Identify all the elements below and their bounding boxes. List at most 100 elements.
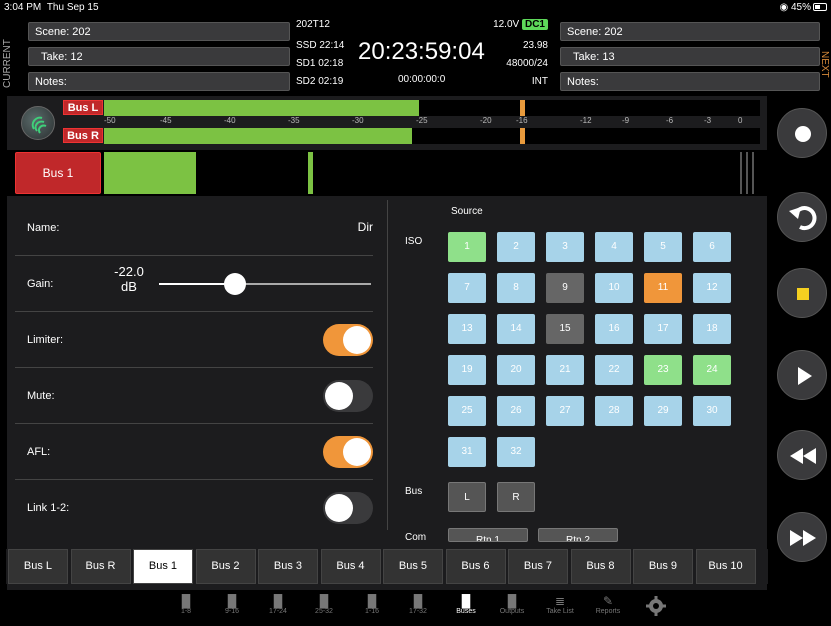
scale-tick: -16 (516, 116, 528, 125)
link-toggle[interactable] (323, 492, 373, 524)
iso-cell-25[interactable]: 25 (448, 396, 486, 426)
nav-reports[interactable]: ✎ Reports (588, 594, 628, 615)
iso-cell-3[interactable]: 3 (546, 232, 584, 262)
bus1-row: Bus 1 (7, 150, 767, 196)
iso-cell-15[interactable]: 15 (546, 314, 584, 344)
bottom-nav: ▐▌ 1-8 ▐▌ 9-16 ▐▌ 17-24 ▐▌ 25-32 ▐▌ 1-16 ▐▌ 17-32 ▐▌… (170, 594, 680, 624)
stop-button[interactable] (777, 268, 827, 318)
bus-settings: Name: Dir Gain: -22.0 dB Limiter: Mute: A… (7, 200, 387, 545)
iso-cell-17[interactable]: 17 (644, 314, 682, 344)
iso-cell-6[interactable]: 6 (693, 232, 731, 262)
source-rtn2[interactable]: Rtn 2 (538, 528, 618, 542)
play-button[interactable] (777, 350, 827, 400)
scale-tick: -35 (288, 116, 300, 125)
current-notes-field[interactable]: Notes: (28, 72, 290, 91)
current-take-field[interactable]: Take: 12 (28, 47, 290, 66)
iso-cell-20[interactable]: 20 (497, 355, 535, 385)
tab-bus-2[interactable]: Bus 2 (195, 549, 256, 584)
iso-cell-16[interactable]: 16 (595, 314, 633, 344)
scale-tick: -45 (160, 116, 172, 125)
nav-outputs[interactable]: ▐▌ Outputs (492, 594, 532, 615)
bus1-meter (104, 152, 760, 194)
undo-icon (778, 193, 828, 243)
iso-cell-8[interactable]: 8 (497, 273, 535, 303)
iso-cell-7[interactable]: 7 (448, 273, 486, 303)
iso-cell-22[interactable]: 22 (595, 355, 633, 385)
nav-1-16[interactable]: ▐▌ 1-16 (352, 594, 392, 615)
iso-cell-27[interactable]: 27 (546, 396, 584, 426)
app-logo-icon[interactable] (21, 106, 55, 140)
source-bus-l[interactable]: L (448, 482, 486, 512)
nav-9-16[interactable]: ▐▌ 9-16 (212, 594, 252, 615)
afl-row: AFL: (15, 424, 373, 480)
iso-cell-24[interactable]: 24 (693, 355, 731, 385)
iso-cell-4[interactable]: 4 (595, 232, 633, 262)
tab-bus-r[interactable]: Bus R (70, 549, 131, 584)
status-time: 3:04 PM Thu Sep 15 (4, 2, 99, 13)
tab-bus-1[interactable]: Bus 1 (133, 549, 193, 584)
iso-cell-10[interactable]: 10 (595, 273, 633, 303)
nav-25-32[interactable]: ▐▌ 25-32 (304, 594, 344, 615)
settings-gear-icon[interactable] (646, 596, 666, 616)
name-value[interactable]: Dir (358, 220, 373, 234)
next-take-field[interactable]: Take: 13 (560, 47, 820, 66)
iso-cell-31[interactable]: 31 (448, 437, 486, 467)
tab-bus-9[interactable]: Bus 9 (633, 549, 693, 584)
iso-cell-23[interactable]: 23 (644, 355, 682, 385)
iso-cell-21[interactable]: 21 (546, 355, 584, 385)
afl-toggle[interactable] (323, 436, 373, 468)
rewind-button[interactable] (777, 430, 827, 480)
iso-cell-2[interactable]: 2 (497, 232, 535, 262)
link-row: Link 1-2: (15, 480, 373, 536)
undo-button[interactable] (777, 192, 827, 242)
mute-toggle[interactable] (323, 380, 373, 412)
fast-forward-button[interactable] (777, 512, 827, 562)
iso-cell-9[interactable]: 9 (546, 273, 584, 303)
bus1-meter-fill (104, 152, 196, 194)
tab-bus-7[interactable]: Bus 7 (508, 549, 568, 584)
nav-take-list[interactable]: ≣ Take List (540, 594, 580, 615)
iso-cell-30[interactable]: 30 (693, 396, 731, 426)
iso-cell-32[interactable]: 32 (497, 437, 535, 467)
nav-1-8[interactable]: ▐▌ 1-8 (166, 594, 206, 615)
gain-slider-track[interactable] (159, 273, 371, 295)
limiter-toggle[interactable] (323, 324, 373, 356)
nav-17-24[interactable]: ▐▌ 17-24 (258, 594, 298, 615)
iso-cell-1[interactable]: 1 (448, 232, 486, 262)
bus-r-meter (104, 128, 760, 144)
record-button[interactable] (777, 108, 827, 158)
iso-cell-13[interactable]: 13 (448, 314, 486, 344)
current-scene-field[interactable]: Scene: 202 (28, 22, 290, 41)
nav-17-32[interactable]: ▐▌ 17-32 (398, 594, 438, 615)
iso-cell-11[interactable]: 11 (644, 273, 682, 303)
tab-bus-5[interactable]: Bus 5 (383, 549, 443, 584)
iso-cell-19[interactable]: 19 (448, 355, 486, 385)
source-bus-r[interactable]: R (497, 482, 535, 512)
scale-tick: -25 (416, 116, 428, 125)
iso-cell-28[interactable]: 28 (595, 396, 633, 426)
tab-bus-10[interactable]: Bus 10 (695, 549, 756, 584)
iso-cell-26[interactable]: 26 (497, 396, 535, 426)
nav-label: 9-16 (224, 608, 239, 615)
next-scene-field[interactable]: Scene: 202 (560, 22, 820, 41)
next-notes-field[interactable]: Notes: (560, 72, 820, 91)
play-icon (778, 351, 828, 401)
status-battery: ◉ 45% (779, 2, 827, 13)
tab-bus-l[interactable]: Bus L (8, 549, 68, 584)
tab-bus-8[interactable]: Bus 8 (570, 549, 631, 584)
iso-cell-14[interactable]: 14 (497, 314, 535, 344)
tab-bus-4[interactable]: Bus 4 (320, 549, 381, 584)
gain-slider-knob[interactable] (224, 273, 247, 295)
tab-bus-3[interactable]: Bus 3 (258, 549, 318, 584)
iso-cell-29[interactable]: 29 (644, 396, 682, 426)
iso-cell-5[interactable]: 5 (644, 232, 682, 262)
iso-cell-12[interactable]: 12 (693, 273, 731, 303)
tab-bus-6[interactable]: Bus 6 (445, 549, 506, 584)
frame-rate: 23.98 (522, 40, 548, 51)
iso-cell-18[interactable]: 18 (693, 314, 731, 344)
gain-label: Gain: (27, 278, 54, 290)
bus1-button[interactable]: Bus 1 (15, 152, 101, 194)
source-rtn1[interactable]: Rtn 1 (448, 528, 528, 542)
nav-icon: ✎ (602, 594, 614, 608)
nav-buses[interactable]: ▐▌ Buses (446, 594, 486, 615)
